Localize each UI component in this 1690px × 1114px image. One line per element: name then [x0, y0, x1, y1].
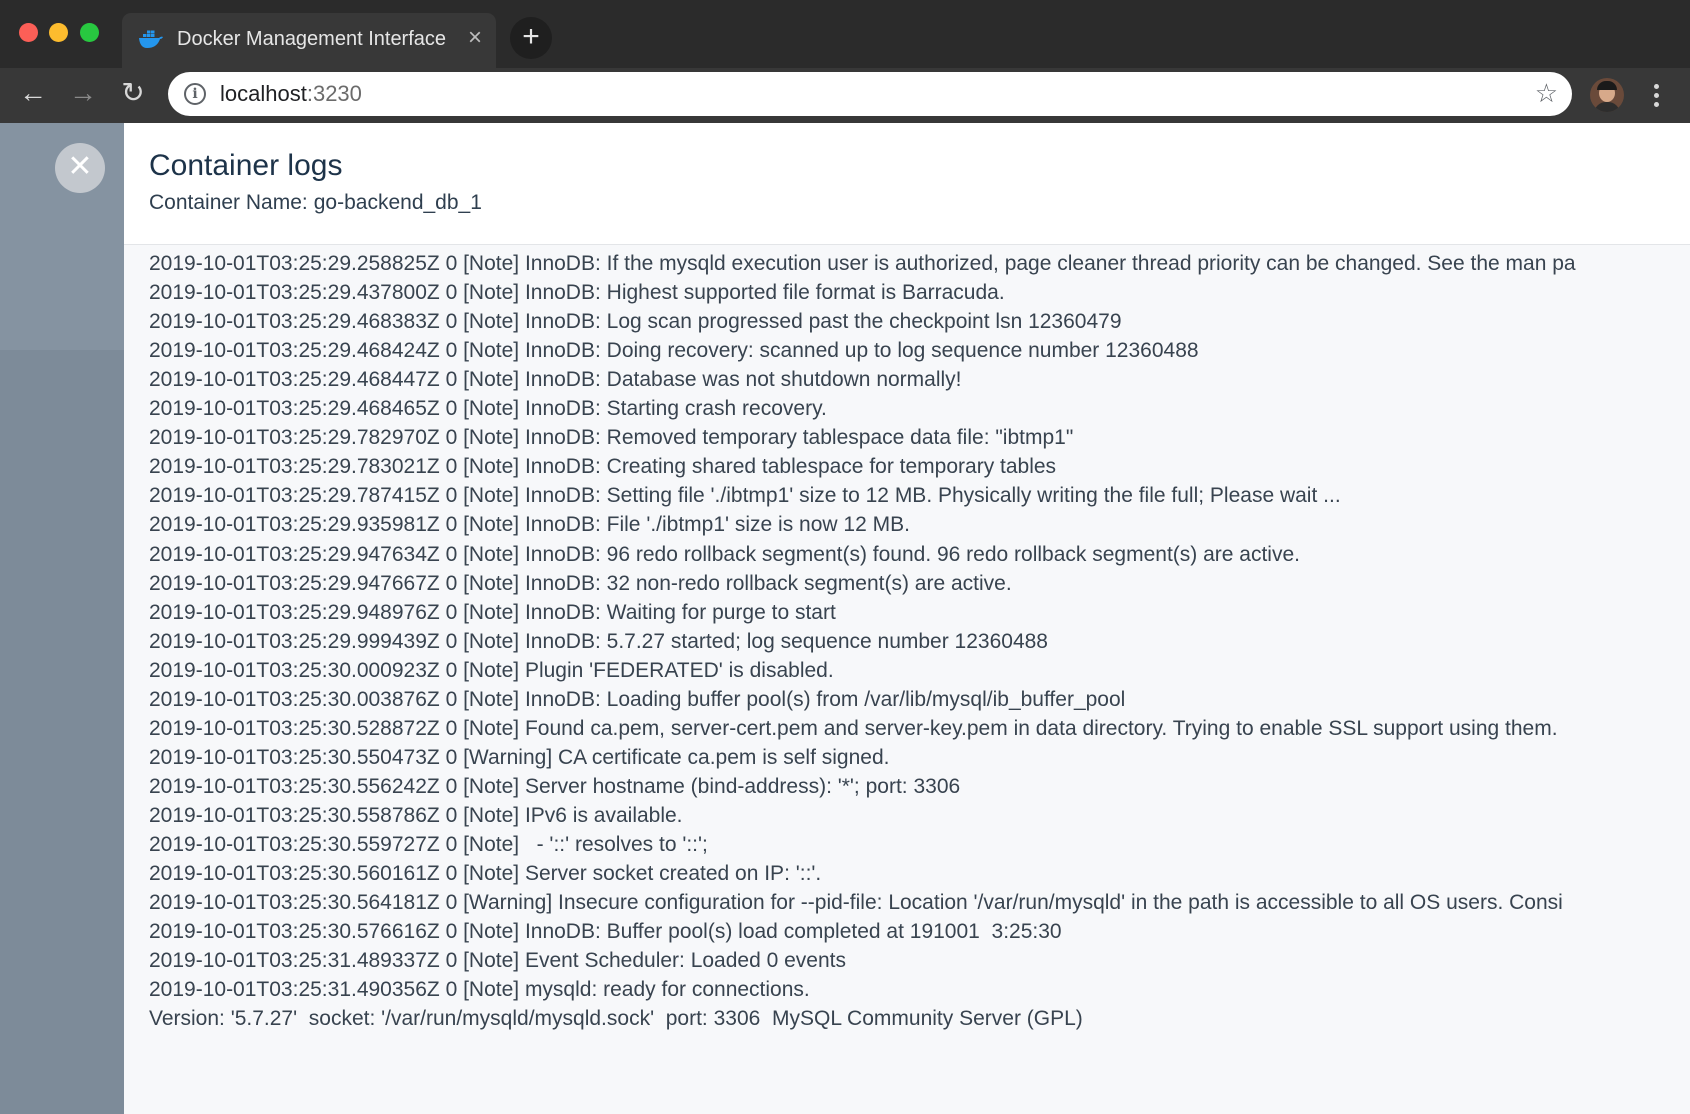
log-line: 2019-10-01T03:25:30.556242Z 0 [Note] Ser…	[149, 774, 961, 798]
tab-bar: Docker Management Interface × +	[0, 0, 1690, 68]
page-title: Container logs	[149, 149, 343, 182]
panel-header: Container logs Container Name: go-backend…	[124, 123, 1690, 245]
log-line: 2019-10-01T03:25:29.787415Z 0 [Note] Inn…	[149, 484, 1341, 508]
log-line: 2019-10-01T03:25:30.560161Z 0 [Note] Ser…	[149, 862, 822, 886]
window-minimize-button[interactable]	[49, 23, 68, 42]
info-icon[interactable]: i	[184, 83, 206, 105]
window-zoom-button[interactable]	[80, 23, 99, 42]
avatar[interactable]	[1590, 78, 1624, 112]
log-line: 2019-10-01T03:25:30.528872Z 0 [Note] Fou…	[149, 716, 1558, 740]
window-close-button[interactable]	[19, 23, 38, 42]
close-icon[interactable]: ×	[468, 26, 482, 50]
log-line: 2019-10-01T03:25:29.468383Z 0 [Note] Inn…	[149, 310, 1122, 334]
log-line: 2019-10-01T03:25:30.000923Z 0 [Note] Plu…	[149, 658, 834, 682]
log-line: 2019-10-01T03:25:29.468424Z 0 [Note] Inn…	[149, 339, 1199, 363]
log-line: 2019-10-01T03:25:31.489337Z 0 [Note] Eve…	[149, 949, 846, 973]
log-output[interactable]: 2019-10-01T03:25:29.258825Z 0 [Note] Inn…	[124, 245, 1690, 1114]
log-line: 2019-10-01T03:25:30.558786Z 0 [Note] IPv…	[149, 803, 683, 827]
container-name-value: go-backend_db_1	[313, 191, 482, 214]
container-logs-panel: Container logs Container Name: go-backend…	[124, 123, 1690, 1114]
docker-whale-icon	[139, 30, 163, 48]
log-line: 2019-10-01T03:25:29.468447Z 0 [Note] Inn…	[149, 368, 962, 392]
log-line: 2019-10-01T03:25:30.564181Z 0 [Warning] …	[149, 891, 1563, 915]
url-text[interactable]: localhost:3230	[220, 81, 362, 107]
url-port: :3230	[306, 81, 362, 106]
log-line: 2019-10-01T03:25:29.468465Z 0 [Note] Inn…	[149, 397, 827, 421]
log-line: 2019-10-01T03:25:29.947634Z 0 [Note] Inn…	[149, 542, 1300, 566]
plus-icon[interactable]: +	[510, 17, 552, 59]
log-line: 2019-10-01T03:25:29.948976Z 0 [Note] Inn…	[149, 600, 836, 624]
close-icon[interactable]: ✕	[55, 143, 105, 193]
log-line: 2019-10-01T03:25:29.947667Z 0 [Note] Inn…	[149, 571, 1012, 595]
log-line: 2019-10-01T03:25:29.782970Z 0 [Note] Inn…	[149, 426, 1074, 450]
url-host: localhost	[220, 81, 307, 106]
more-vertical-icon[interactable]	[1649, 78, 1663, 112]
modal-backdrop[interactable]	[0, 123, 124, 1114]
tab-docker-management[interactable]: Docker Management Interface ×	[122, 13, 496, 68]
arrow-right-icon[interactable]: →	[66, 76, 100, 110]
log-line: 2019-10-01T03:25:30.576616Z 0 [Note] Inn…	[149, 920, 1062, 944]
log-line: 2019-10-01T03:25:29.783021Z 0 [Note] Inn…	[149, 455, 1057, 479]
log-line: 2019-10-01T03:25:29.258825Z 0 [Note] Inn…	[149, 252, 1576, 275]
log-line: 2019-10-01T03:25:31.490356Z 0 [Note] mys…	[149, 978, 810, 1002]
arrow-left-icon[interactable]: ←	[16, 76, 50, 110]
browser-chrome: Docker Management Interface × + ← → ↻ i …	[0, 0, 1690, 123]
container-name-label: Container Name:	[149, 191, 308, 214]
reload-icon[interactable]: ↻	[116, 76, 150, 110]
address-bar[interactable]: i localhost:3230 ☆	[168, 72, 1572, 116]
star-icon[interactable]: ☆	[1535, 78, 1558, 109]
log-line: 2019-10-01T03:25:30.550473Z 0 [Warning] …	[149, 745, 890, 769]
log-line: 2019-10-01T03:25:30.559727Z 0 [Note] - '…	[149, 833, 708, 856]
log-line: 2019-10-01T03:25:30.003876Z 0 [Note] Inn…	[149, 687, 1126, 711]
tab-title: Docker Management Interface	[177, 28, 447, 50]
log-line: 2019-10-01T03:25:29.999439Z 0 [Note] Inn…	[149, 629, 1048, 653]
log-line: Version: '5.7.27' socket: '/var/run/mysq…	[149, 1007, 1083, 1031]
log-line: 2019-10-01T03:25:29.935981Z 0 [Note] Inn…	[149, 513, 910, 537]
log-line: 2019-10-01T03:25:29.437800Z 0 [Note] Inn…	[149, 281, 1005, 305]
container-name-row: Container Name: go-backend_db_1	[149, 191, 482, 215]
